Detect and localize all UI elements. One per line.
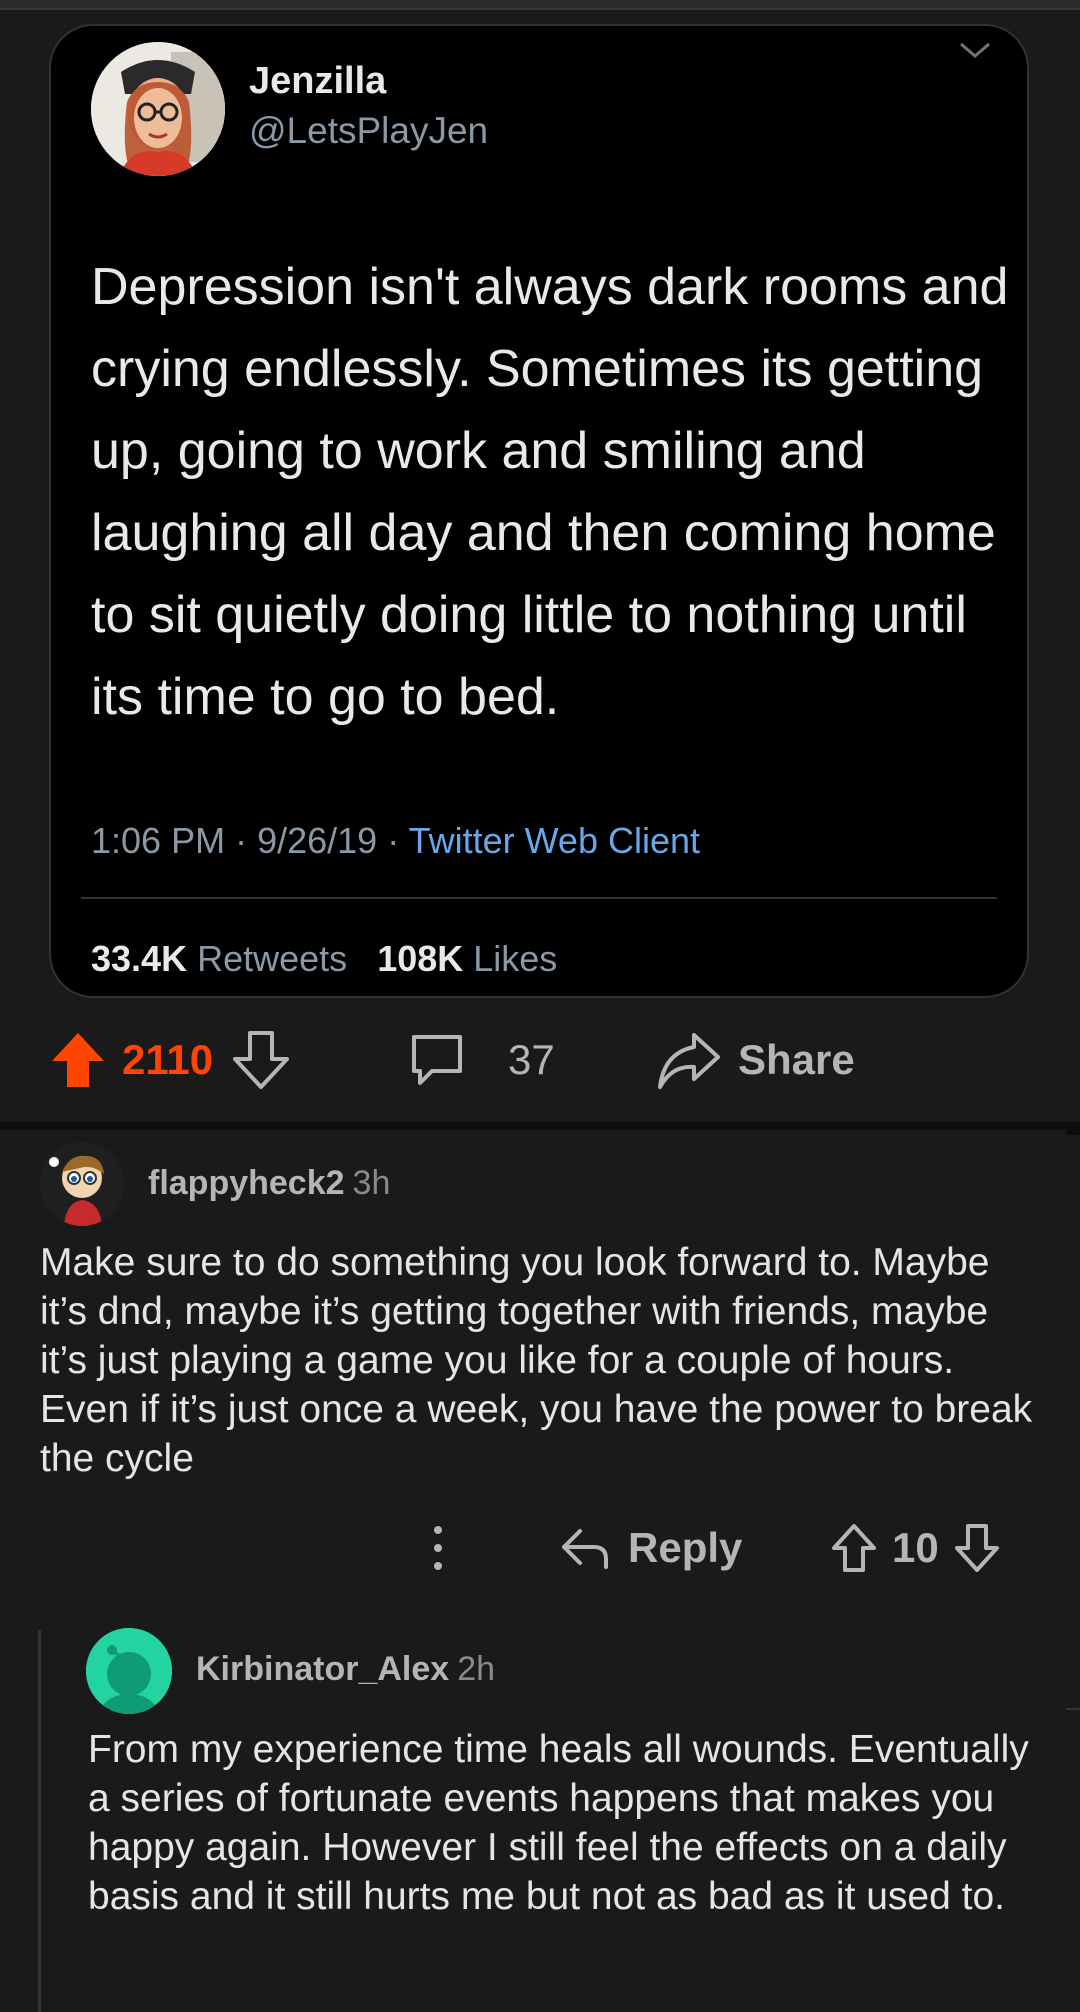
- comment-body: From my experience time heals all wounds…: [88, 1728, 1029, 1918]
- likes-count: 108K: [377, 938, 464, 979]
- divider: [1066, 1708, 1080, 1710]
- retweets-count: 33.4K: [91, 938, 188, 979]
- avatar[interactable]: [86, 1628, 172, 1714]
- reply-label: Reply: [628, 1524, 743, 1571]
- tweet-card: Jenzilla @LetsPlayJen Depression isn't a…: [49, 24, 1029, 998]
- share-icon: [658, 1033, 720, 1089]
- upvote-icon[interactable]: [48, 1029, 108, 1091]
- retweets-label: Retweets: [197, 938, 348, 979]
- tweet-date: 9/26/19: [257, 820, 378, 861]
- post-action-bar: 2110 37 Share: [0, 1020, 1080, 1100]
- upvote-icon[interactable]: [830, 1522, 878, 1574]
- reply-icon: [562, 1529, 608, 1569]
- comment-body: Make sure to do something you look forwa…: [40, 1241, 1033, 1480]
- comment-vote-count: 10: [892, 1524, 939, 1571]
- tweet-display-name: Jenzilla: [249, 60, 387, 102]
- thread-line[interactable]: [38, 1630, 41, 2012]
- more-icon: [434, 1526, 442, 1570]
- comment-action-bar: Reply 10: [0, 1510, 1080, 1586]
- share-label: Share: [738, 1036, 855, 1083]
- comment-author-row: flappyheck2 3h: [148, 1164, 390, 1203]
- likes-label: Likes: [473, 938, 558, 979]
- tweet-stats: 33.4K Retweets 108K Likes: [91, 938, 557, 980]
- more-button[interactable]: [424, 1510, 452, 1586]
- tweet-time: 1:06 PM: [91, 820, 226, 861]
- tweet-client-link: Twitter Web Client: [408, 820, 701, 861]
- reply-button[interactable]: Reply: [560, 1510, 742, 1586]
- share-button[interactable]: Share: [656, 1020, 855, 1100]
- comment-count: 37: [508, 1036, 555, 1083]
- upvote-count: 2110: [122, 1036, 214, 1083]
- avatar[interactable]: [40, 1142, 124, 1226]
- downvote-icon[interactable]: [231, 1029, 291, 1091]
- divider: [0, 8, 1080, 10]
- tweet-text: Depression isn't always dark rooms and c…: [91, 258, 1009, 726]
- comment-vote-group: 10: [830, 1510, 1001, 1586]
- comments-button[interactable]: 37: [408, 1020, 555, 1100]
- separator: ·: [235, 820, 258, 861]
- section-divider: [0, 1122, 1080, 1130]
- tweet-meta: 1:06 PM · 9/26/19 · Twitter Web Client: [91, 820, 700, 862]
- comment-age: 2h: [457, 1650, 496, 1688]
- downvote-icon[interactable]: [953, 1522, 1001, 1574]
- comment-age: 3h: [352, 1164, 391, 1202]
- tweet-handle: @LetsPlayJen: [249, 110, 489, 151]
- comment-author[interactable]: Kirbinator_Alex: [196, 1650, 449, 1688]
- divider: [81, 897, 997, 899]
- separator: ·: [387, 820, 409, 861]
- vote-group: 2110: [48, 1020, 291, 1100]
- comment-icon: [412, 1035, 462, 1085]
- tweet-avatar: [91, 42, 225, 176]
- divider: [1066, 1127, 1080, 1135]
- chevron-down-icon[interactable]: [955, 38, 995, 62]
- status-bar: [0, 0, 1080, 8]
- comment-author[interactable]: flappyheck2: [148, 1164, 345, 1202]
- comment-author-row: Kirbinator_Alex 2h: [196, 1650, 495, 1689]
